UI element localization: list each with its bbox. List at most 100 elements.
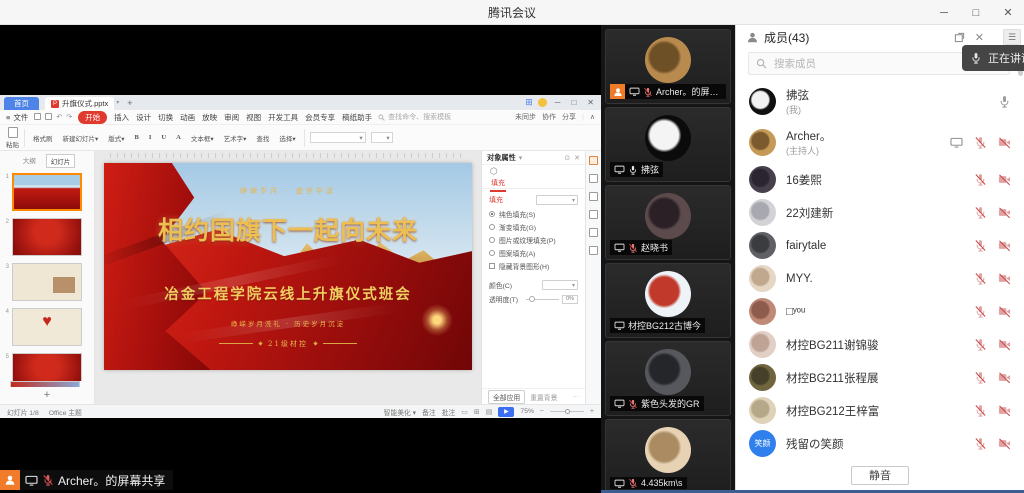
opacity-slider[interactable] xyxy=(526,299,559,300)
menu-item[interactable]: 审阅 xyxy=(224,112,239,123)
menu-item[interactable]: 开发工具 xyxy=(268,112,298,123)
wps-apps-icon[interactable]: ⊞ xyxy=(525,97,533,108)
pane-icon-6[interactable] xyxy=(589,246,598,255)
properties-pane-icon[interactable] xyxy=(589,156,598,165)
wps-home-tab[interactable]: 首页 xyxy=(4,97,39,110)
slide-thumbnail-image[interactable] xyxy=(12,173,82,211)
option-control[interactable] xyxy=(489,250,495,256)
menu-item[interactable]: 视图 xyxy=(246,112,261,123)
slide-thumbnail-image[interactable] xyxy=(12,353,82,381)
fill-option[interactable]: 隐藏背景图形(H) xyxy=(489,261,578,271)
opacity-value[interactable]: 0% xyxy=(562,295,578,304)
camera-icon[interactable] xyxy=(998,404,1011,417)
video-tile[interactable]: 4.435km\s xyxy=(605,419,731,493)
wps-close-button[interactable]: ✕ xyxy=(584,98,597,107)
mic-icon[interactable] xyxy=(974,136,987,149)
sorter-view-icon[interactable]: ⊞ xyxy=(474,408,480,416)
toolbar-item[interactable]: I xyxy=(146,132,155,143)
font-size-select[interactable]: ▾ xyxy=(371,132,393,143)
popout-icon[interactable] xyxy=(954,32,965,43)
menu-item[interactable]: 插入 xyxy=(114,112,129,123)
paste-button[interactable]: 粘贴 xyxy=(6,127,19,149)
font-select[interactable]: ▾ xyxy=(310,132,366,143)
color-dropdown[interactable]: ▾ xyxy=(542,280,578,290)
slideshow-play-button[interactable]: ▶ xyxy=(498,407,514,417)
menu-item[interactable]: 稿纸助手 xyxy=(342,112,372,123)
toolbar-item[interactable]: 艺术字▾ xyxy=(221,131,250,145)
member-row[interactable]: 16姜熙 xyxy=(736,163,1024,196)
slide-thumbnail-image[interactable] xyxy=(12,263,82,301)
close-button[interactable]: ✕ xyxy=(992,0,1024,25)
slide-thumbnail[interactable]: 3 xyxy=(2,263,90,301)
member-row[interactable]: 笑颜 残留の笑颜 xyxy=(736,427,1024,460)
slide-thumbnail-image[interactable] xyxy=(12,308,82,346)
member-row[interactable]: 材控BG212王梓富 xyxy=(736,394,1024,427)
option-control[interactable] xyxy=(489,224,495,230)
video-tile[interactable]: 拂弦 xyxy=(605,107,731,182)
notes-button[interactable]: 备注 xyxy=(422,407,436,417)
toolbar-item[interactable]: U xyxy=(158,132,169,143)
member-row[interactable]: 22刘建新 xyxy=(736,196,1024,229)
wps-file-menu[interactable]: ≡ 文件 xyxy=(6,112,28,123)
new-tab-button[interactable]: + xyxy=(127,98,132,108)
print-icon[interactable] xyxy=(45,113,52,120)
apply-all-button[interactable]: 全部应用 xyxy=(488,390,525,404)
wps-account-avatar[interactable] xyxy=(538,98,547,107)
reset-background-link[interactable]: 重置背景 xyxy=(530,392,557,402)
more-options-icon[interactable]: ··· xyxy=(572,393,579,400)
video-tile[interactable]: 紫色头发的GR xyxy=(605,341,731,416)
option-control[interactable] xyxy=(489,237,495,243)
member-row[interactable]: 拂弦 (我) xyxy=(736,81,1024,122)
slide-thumbnail[interactable]: 2 xyxy=(2,218,90,256)
minimize-button[interactable]: ─ xyxy=(928,0,960,25)
menu-right-item[interactable]: 分享 xyxy=(562,112,576,122)
slide-thumbnail[interactable]: 4 xyxy=(2,308,90,346)
camera-icon[interactable] xyxy=(998,173,1011,186)
add-slide-button[interactable]: + xyxy=(0,387,94,404)
mic-icon[interactable] xyxy=(974,239,987,252)
undo-icon[interactable]: ↶ xyxy=(56,113,62,121)
toolbar-item[interactable]: 版式▾ xyxy=(105,131,127,145)
slide-thumbnail-image[interactable] xyxy=(12,218,82,256)
beautify-button[interactable]: 智能美化 ▾ xyxy=(384,407,417,417)
camera-icon[interactable] xyxy=(998,338,1011,351)
wps-document-tab[interactable]: P 升旗仪式.pptx xyxy=(45,97,114,110)
slide-thumbnail[interactable]: 5 xyxy=(2,353,90,381)
mute-button[interactable]: 静音 xyxy=(851,466,909,485)
video-tile[interactable]: 赵晓书 xyxy=(605,185,731,260)
wps-minimize-button[interactable]: ─ xyxy=(552,98,564,107)
toolbar-item[interactable]: B xyxy=(132,132,142,143)
member-row[interactable]: MYY. xyxy=(736,262,1024,295)
member-row[interactable]: □ʸᵒᵘ xyxy=(736,295,1024,328)
opacity-slider-thumb[interactable] xyxy=(529,296,535,302)
camera-icon[interactable] xyxy=(998,136,1011,149)
menu-item[interactable]: 放映 xyxy=(202,112,217,123)
slide-thumbnail[interactable]: 1 xyxy=(2,173,90,211)
thumbnail-tab[interactable]: 大纲 xyxy=(19,154,40,168)
toolbar-item[interactable]: 新建幻灯片▾ xyxy=(60,131,102,145)
current-slide[interactable]: 峥嵘岁月 · 盛世华诞 相约国旗下一起向未来 冶金工程学院云线上升旗仪式班会 峥… xyxy=(104,163,472,370)
camera-icon[interactable] xyxy=(998,437,1011,450)
fill-preset-dropdown[interactable]: ▾ xyxy=(536,195,578,205)
save-icon[interactable] xyxy=(34,113,41,120)
collapse-ribbon-icon[interactable]: ∧ xyxy=(590,113,595,121)
menu-right-item[interactable]: 未同步 xyxy=(515,112,536,122)
zoom-in-button[interactable]: + xyxy=(590,408,594,415)
zoom-out-button[interactable]: − xyxy=(540,408,544,415)
zoom-slider[interactable] xyxy=(550,411,584,412)
fill-option[interactable]: 图片或纹理填充(P) xyxy=(489,235,578,245)
wps-maximize-button[interactable]: □ xyxy=(568,98,579,107)
toolbar-item[interactable]: A xyxy=(173,132,184,143)
toolbar-item[interactable]: 选择▾ xyxy=(276,131,298,145)
mic-icon[interactable] xyxy=(974,206,987,219)
mic-icon[interactable] xyxy=(974,404,987,417)
pane-icon-2[interactable] xyxy=(589,174,598,183)
menu-item[interactable]: 动画 xyxy=(180,112,195,123)
mic-icon[interactable] xyxy=(974,371,987,384)
video-tile[interactable]: 材控BG212古博今 xyxy=(605,263,731,338)
mic-icon[interactable] xyxy=(974,338,987,351)
tab-caret-icon[interactable]: ▾ xyxy=(116,99,119,106)
pane-icon-3[interactable] xyxy=(589,192,598,201)
toolbar-item[interactable]: 查找 xyxy=(253,131,272,145)
maximize-button[interactable]: □ xyxy=(960,0,992,25)
